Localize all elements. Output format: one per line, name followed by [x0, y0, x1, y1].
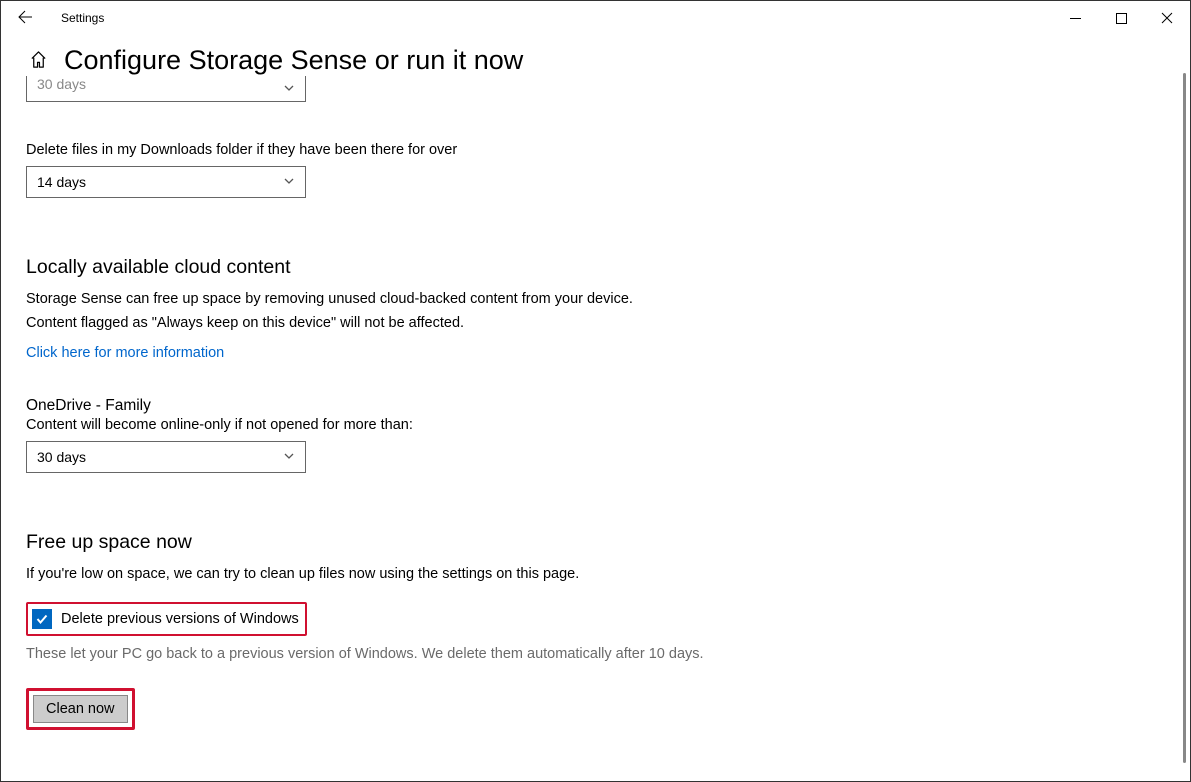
cloud-heading: Locally available cloud content [26, 256, 1165, 279]
downloads-days-dropdown[interactable]: 14 days [26, 166, 306, 198]
onedrive-title: OneDrive - Family [26, 397, 1165, 415]
chevron-down-icon [283, 449, 295, 465]
recycle-days-dropdown[interactable]: 30 days [26, 76, 306, 102]
cloud-more-info-link[interactable]: Click here for more information [26, 345, 224, 361]
app-name: Settings [61, 11, 104, 25]
freeup-heading: Free up space now [26, 531, 1165, 554]
downloads-days-value: 14 days [37, 174, 86, 190]
titlebar-left: Settings [11, 9, 104, 28]
back-icon[interactable] [11, 9, 39, 28]
maximize-button[interactable] [1098, 1, 1144, 35]
chevron-down-icon [283, 81, 295, 97]
scrollbar-thumb[interactable] [1183, 73, 1186, 763]
page-header: Configure Storage Sense or run it now [1, 35, 1190, 76]
titlebar: Settings [1, 1, 1190, 35]
cloud-desc-1: Storage Sense can free up space by remov… [26, 291, 1165, 307]
delete-previous-versions-label: Delete previous versions of Windows [61, 611, 301, 627]
page-title: Configure Storage Sense or run it now [64, 45, 523, 76]
onedrive-desc: Content will become online-only if not o… [26, 417, 1165, 433]
onedrive-days-dropdown[interactable]: 30 days [26, 441, 306, 473]
freeup-desc: If you're low on space, we can try to cl… [26, 566, 1165, 582]
chevron-down-icon [283, 174, 295, 190]
clean-now-button[interactable]: Clean now [33, 695, 128, 723]
downloads-label: Delete files in my Downloads folder if t… [26, 142, 1165, 158]
onedrive-days-value: 30 days [37, 449, 86, 465]
cloud-desc-2: Content flagged as "Always keep on this … [26, 315, 1165, 331]
home-icon[interactable] [29, 50, 48, 72]
scrollbar[interactable] [1183, 39, 1186, 777]
close-button[interactable] [1144, 1, 1190, 35]
window-controls [1052, 1, 1190, 35]
highlight-clean-button-area: Clean now [26, 688, 135, 730]
content: 30 days Delete files in my Downloads fol… [1, 76, 1190, 750]
recycle-days-value: 30 days [37, 76, 86, 92]
delete-previous-versions-row[interactable]: Delete previous versions of Windows [30, 606, 303, 632]
minimize-button[interactable] [1052, 1, 1098, 35]
highlight-checkbox-area: Delete previous versions of Windows [26, 602, 307, 636]
delete-previous-versions-checkbox[interactable] [32, 609, 52, 629]
freeup-note: These let your PC go back to a previous … [26, 646, 1165, 662]
check-icon [35, 612, 49, 626]
